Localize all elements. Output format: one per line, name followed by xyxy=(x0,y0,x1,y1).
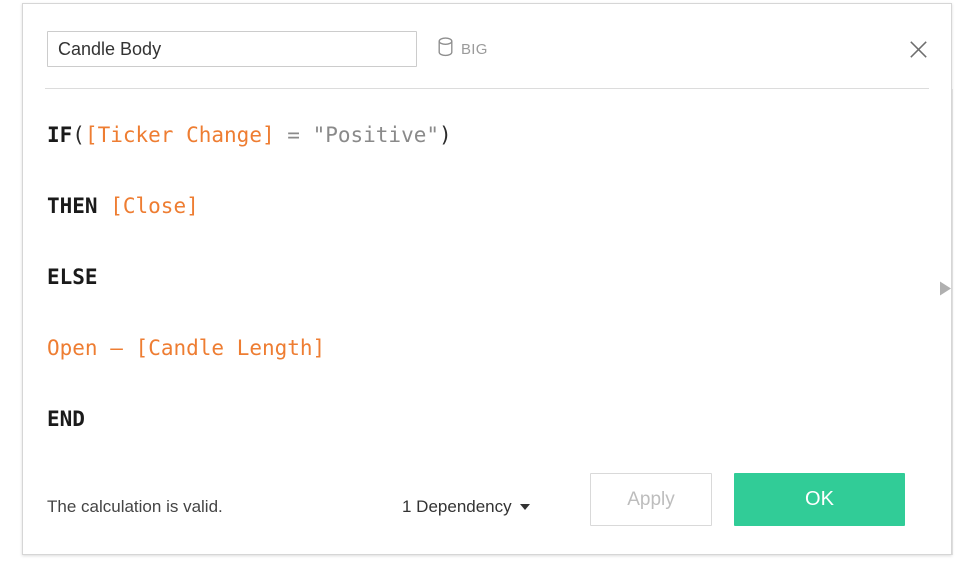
formula-line: THEN [Close] xyxy=(47,171,915,242)
validation-status-text: The calculation is valid. xyxy=(47,497,223,516)
chevron-down-icon xyxy=(519,504,530,510)
formula-token-field: Open xyxy=(47,336,98,360)
formula-editor[interactable]: IF([Ticker Change] = "Positive") THEN [Cl… xyxy=(47,100,915,468)
datasource-indicator: BIG xyxy=(437,36,488,62)
formula-token-keyword: ELSE xyxy=(47,265,98,289)
formula-line: Open – [Candle Length] xyxy=(47,313,915,384)
field-name-input[interactable] xyxy=(47,31,417,67)
formula-token-keyword: IF xyxy=(47,123,73,147)
apply-button[interactable]: Apply xyxy=(590,473,712,526)
formula-token-punct xyxy=(98,194,111,218)
formula-line: ELSE xyxy=(47,242,915,313)
formula-line: IF([Ticker Change] = "Positive") xyxy=(47,100,915,171)
formula-token-op: = xyxy=(287,123,300,147)
ok-button[interactable]: OK xyxy=(734,473,905,526)
calculated-field-dialog: BIG IF([Ticker Change] = "Positive")THEN… xyxy=(22,3,953,555)
formula-token-field: [Close] xyxy=(110,194,199,218)
formula-token-field: [Candle Length] xyxy=(135,336,326,360)
formula-token-punct: ) xyxy=(439,123,452,147)
dialog-header: BIG xyxy=(23,4,951,89)
close-icon[interactable] xyxy=(901,32,935,66)
formula-token-punct xyxy=(275,123,288,147)
formula-token-punct xyxy=(123,336,136,360)
dialog-footer: The calculation is valid. 1 Dependency A… xyxy=(23,464,953,554)
formula-token-punct: ( xyxy=(72,123,85,147)
dependency-dropdown[interactable]: 1 Dependency xyxy=(400,495,532,519)
expand-panel-arrow-icon[interactable] xyxy=(933,276,957,300)
formula-token-op-orange: – xyxy=(110,336,123,360)
formula-token-punct xyxy=(98,336,111,360)
datasource-label: BIG xyxy=(461,40,488,58)
formula-line: END xyxy=(47,384,915,455)
dependency-label: 1 Dependency xyxy=(402,497,512,516)
database-icon xyxy=(437,36,454,62)
formula-token-field: [Ticker Change] xyxy=(84,123,275,147)
formula-token-punct xyxy=(300,123,313,147)
formula-token-keyword: THEN xyxy=(47,194,98,218)
formula-token-keyword: END xyxy=(47,407,85,431)
formula-token-string: "Positive" xyxy=(312,123,440,147)
header-divider xyxy=(45,88,929,89)
